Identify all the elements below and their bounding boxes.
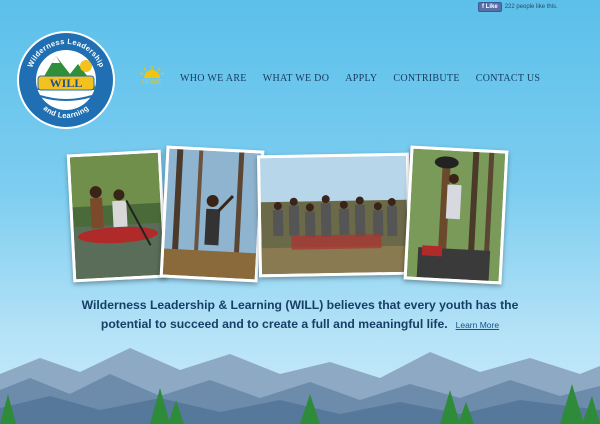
mission-line-2: potential to succeed and to create a ful…: [100, 317, 448, 331]
nav-contact-us[interactable]: CONTACT US: [476, 73, 541, 86]
main-nav: HOME WHO WE ARE WHAT WE DO APPLY CONTRIB…: [137, 66, 556, 86]
will-logo[interactable]: WILL Wilderness Leadership and Learning: [16, 30, 116, 130]
nav-who-we-are[interactable]: WHO WE ARE: [180, 73, 247, 86]
mission-line-1: Wilderness Leadership & Learning (WILL) …: [81, 298, 519, 312]
photo-canoe: [66, 149, 168, 283]
nav-what-we-do[interactable]: WHAT WE DO: [263, 73, 330, 86]
like-count-text: 222 people like this.: [504, 4, 558, 10]
nav-apply[interactable]: APPLY: [345, 73, 377, 86]
facebook-like-button[interactable]: f Like: [478, 2, 502, 12]
mountain-scenery: [0, 348, 600, 424]
nav-home-label: HOME: [141, 78, 163, 86]
photo-pole-climb: [403, 145, 509, 285]
photo-tree-climb: [159, 145, 265, 283]
logo-center-text: WILL: [50, 76, 83, 90]
nav-contribute[interactable]: CONTRIBUTE: [393, 73, 459, 86]
mission-statement: Wilderness Leadership & Learning (WILL) …: [40, 296, 560, 335]
learn-more-link[interactable]: Learn More: [456, 320, 499, 330]
facebook-icon: f: [482, 4, 484, 10]
sun-icon: [140, 66, 164, 78]
facebook-like-widget: f Like 222 people like this.: [478, 2, 558, 12]
photo-group-marsh: [256, 152, 412, 278]
like-button-label: Like: [485, 4, 498, 10]
nav-home[interactable]: HOME: [137, 66, 167, 86]
